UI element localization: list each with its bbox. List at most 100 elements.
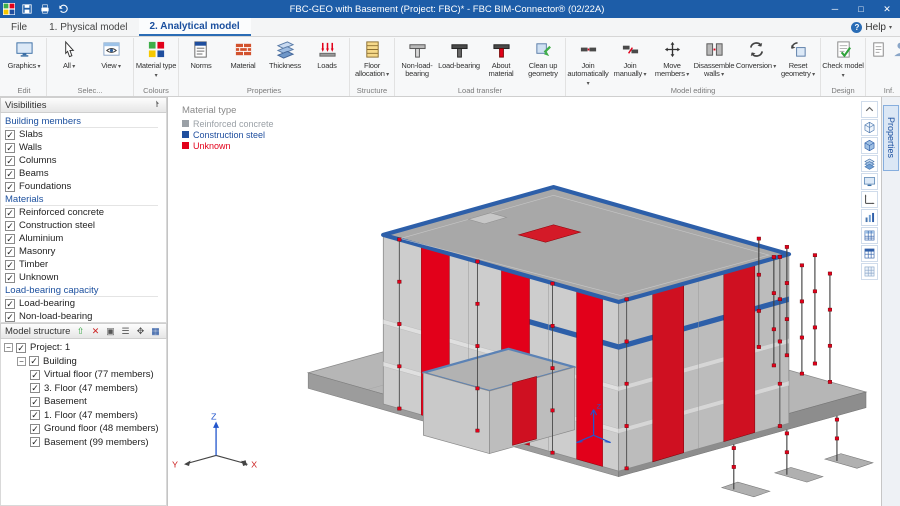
ribbon-button-reset-geometry[interactable]: Reset geometry ▾ xyxy=(777,38,819,85)
viewport-3d[interactable]: Z X Y Z Material type Reinforced con xyxy=(168,97,881,506)
ribbon-button-page[interactable] xyxy=(867,38,889,85)
view-tool-grid-icon[interactable] xyxy=(861,227,878,244)
tree-settings-icon[interactable]: ▦ xyxy=(149,325,162,337)
checkbox[interactable]: ✓ xyxy=(30,410,40,420)
checkbox[interactable]: ✓ xyxy=(30,383,40,393)
ribbon-button-label: Graphics ▾ xyxy=(3,62,45,71)
tree-item-basement-99-members[interactable]: ✓Basement (99 members) xyxy=(1,436,166,450)
visibility-item-columns[interactable]: ✓Columns xyxy=(5,154,166,167)
visibility-item-foundations[interactable]: ✓Foundations xyxy=(5,180,166,193)
checkbox[interactable]: ✓ xyxy=(30,424,40,434)
tree-move-icon[interactable]: ✥ xyxy=(134,325,147,337)
visibility-item-non-load-bearing[interactable]: ✓Non-load-bearing xyxy=(5,310,166,323)
visibility-item-load-bearing[interactable]: ✓Load-bearing xyxy=(5,297,166,310)
ribbon-button-norms[interactable]: Norms xyxy=(180,38,222,85)
tree-item-project-1[interactable]: −✓Project: 1 xyxy=(1,341,166,355)
tab-2-analytical-model[interactable]: 2. Analytical model xyxy=(139,18,251,36)
tree-item-1-floor-47-members[interactable]: ✓1. Floor (47 members) xyxy=(1,409,166,423)
tree-delete-icon[interactable]: ✕ xyxy=(89,325,102,337)
pin-icon[interactable] xyxy=(152,99,162,112)
tree-item-ground-floor-48-members[interactable]: ✓Ground floor (48 members) xyxy=(1,422,166,436)
checkbox[interactable]: ✓ xyxy=(5,182,15,192)
ribbon-button-about-material[interactable]: About material xyxy=(480,38,522,85)
maximize-button[interactable]: □ xyxy=(848,0,874,18)
ribbon-button-thickness[interactable]: Thickness xyxy=(264,38,306,85)
checkbox[interactable]: ✓ xyxy=(16,343,26,353)
undo-icon[interactable] xyxy=(54,1,72,17)
view-tool-chart-icon[interactable] xyxy=(861,209,878,226)
checkbox[interactable]: ✓ xyxy=(5,260,15,270)
view-tool-cube2-icon[interactable] xyxy=(861,137,878,154)
visibility-item-beams[interactable]: ✓Beams xyxy=(5,167,166,180)
ribbon-button-floor-allocation[interactable]: Floor allocation ▾ xyxy=(351,38,393,85)
tree-export-icon[interactable]: ⇧ xyxy=(74,325,87,337)
tree-item-3-floor-47-members[interactable]: ✓3. Floor (47 members) xyxy=(1,382,166,396)
visibility-item-unknown[interactable]: ✓ Unknown xyxy=(5,271,166,284)
tree-list-icon[interactable]: ☰ xyxy=(119,325,132,337)
ribbon-button-move-members[interactable]: Move members ▾ xyxy=(651,38,693,85)
ribbon-button-graphics[interactable]: Graphics ▾ xyxy=(3,38,45,85)
ribbon-button-material[interactable]: Material xyxy=(222,38,264,85)
tab-1-physical-model[interactable]: 1. Physical model xyxy=(38,18,138,36)
tree-item-building[interactable]: −✓Building xyxy=(1,355,166,369)
ribbon-button-view[interactable]: View ▾ xyxy=(90,38,132,85)
visibility-item-aluminium[interactable]: ✓Aluminium xyxy=(5,232,166,245)
ribbon-button-material-type[interactable]: Material type ▾ xyxy=(135,38,177,85)
visibility-item-construction-steel[interactable]: ✓Construction steel xyxy=(5,219,166,232)
minimize-button[interactable]: ─ xyxy=(822,0,848,18)
print-icon[interactable] xyxy=(36,1,54,17)
ribbon-button-check-model[interactable]: Check model ▾ xyxy=(822,38,864,85)
visibility-item-masonry[interactable]: ✓Masonry xyxy=(5,245,166,258)
view-tool-grid2-icon[interactable] xyxy=(861,245,878,262)
ribbon-button-clean-up-geometry[interactable]: Clean up geometry xyxy=(522,38,564,85)
tree-copy-icon[interactable]: ▣ xyxy=(104,325,117,337)
tree-item-basement[interactable]: ✓Basement xyxy=(1,395,166,409)
ribbon-button-disassemble-walls[interactable]: Disassemble walls ▾ xyxy=(693,38,735,85)
visibility-item-reinforced-concrete[interactable]: ✓Reinforced concrete xyxy=(5,206,166,219)
ribbon-button-all[interactable]: All ▾ xyxy=(48,38,90,85)
ribbon-button-load-bearing[interactable]: Load-bearing xyxy=(438,38,480,85)
checkbox[interactable]: ✓ xyxy=(5,234,15,244)
view-tool-grid3-icon[interactable] xyxy=(861,263,878,280)
tab-file[interactable]: File xyxy=(0,18,38,36)
ribbon-button-loads[interactable]: Loads xyxy=(306,38,348,85)
view-tool-collapse-icon[interactable] xyxy=(861,101,878,118)
view-tool-screen-icon[interactable] xyxy=(861,173,878,190)
checkbox[interactable]: ✓ xyxy=(5,130,15,140)
checkbox[interactable]: ✓ xyxy=(5,143,15,153)
view-tool-layers-icon[interactable] xyxy=(861,155,878,172)
checkbox[interactable]: ✓ xyxy=(29,356,39,366)
expander-icon[interactable]: − xyxy=(4,343,13,352)
checkbox[interactable]: ✓ xyxy=(5,221,15,231)
ribbon-button-person[interactable] xyxy=(889,38,900,85)
ribbon-button-join-automatically[interactable]: Join automatically ▾ xyxy=(567,38,609,85)
checkbox[interactable]: ✓ xyxy=(30,397,40,407)
view-tool-axis-icon[interactable] xyxy=(861,191,878,208)
visibility-item-walls[interactable]: ✓Walls xyxy=(5,141,166,154)
building-model[interactable]: Z X Y Z xyxy=(168,97,881,506)
ribbon-button-join-manually[interactable]: Join manually ▾ xyxy=(609,38,651,85)
save-icon[interactable] xyxy=(18,1,36,17)
view-tool-cube-icon[interactable] xyxy=(861,119,878,136)
ribbon-button-conversion[interactable]: Conversion ▾ xyxy=(735,38,777,85)
checkbox[interactable]: ✓ xyxy=(5,312,15,322)
expander-icon[interactable]: − xyxy=(17,357,26,366)
visibility-item-timber[interactable]: ✓Timber xyxy=(5,258,166,271)
properties-tab[interactable]: Properties xyxy=(883,105,899,171)
checkbox[interactable]: ✓ xyxy=(5,208,15,218)
help-button[interactable]: ? Help ▾ xyxy=(843,18,900,36)
visibilities-header: Visibilities xyxy=(0,97,167,113)
visibility-item-slabs[interactable]: ✓Slabs xyxy=(5,128,166,141)
checkbox[interactable]: ✓ xyxy=(5,169,15,179)
checkbox[interactable]: ✓ xyxy=(5,273,15,283)
checkbox[interactable]: ✓ xyxy=(5,299,15,309)
app-logo-icon[interactable] xyxy=(0,1,18,17)
ribbon-button-non-load-bearing[interactable]: Non-load-bearing xyxy=(396,38,438,85)
checkbox[interactable]: ✓ xyxy=(5,247,15,257)
visibility-item-label: Unknown xyxy=(19,272,59,283)
checkbox[interactable]: ✓ xyxy=(5,156,15,166)
close-button[interactable]: ✕ xyxy=(874,0,900,18)
checkbox[interactable]: ✓ xyxy=(30,370,40,380)
tree-item-virtual-floor-77-members[interactable]: ✓Virtual floor (77 members) xyxy=(1,368,166,382)
checkbox[interactable]: ✓ xyxy=(30,437,40,447)
